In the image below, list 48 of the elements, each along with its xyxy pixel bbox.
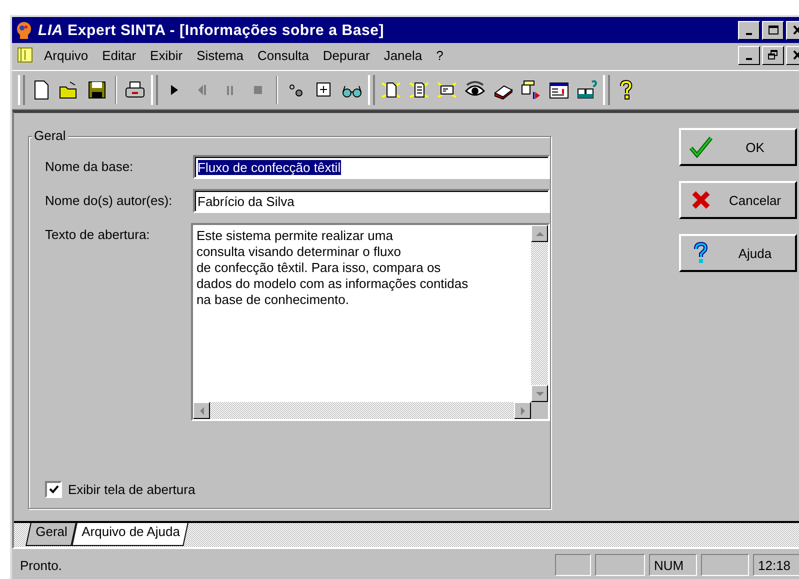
menu-item[interactable]: Janela — [380, 48, 426, 62]
toolbar-grip[interactable] — [368, 75, 375, 105]
minimize-icon — [746, 58, 752, 60]
status-panel — [555, 554, 591, 576]
field-label: Nome da base: — [45, 158, 134, 174]
checkbox[interactable] — [45, 481, 62, 498]
help-button[interactable]: Ajuda — [679, 234, 797, 272]
book-help-icon[interactable] — [576, 79, 598, 101]
checkbox-label: Exibir tela de abertura — [68, 482, 196, 497]
field-label: Nome do(s) autor(es): — [45, 192, 174, 208]
status-panel — [701, 554, 749, 576]
status-panel: 12:18 — [753, 554, 799, 576]
field-label: Texto de abertura: — [45, 226, 151, 242]
menu-item[interactable]: Consulta — [254, 48, 313, 62]
status-panel — [595, 554, 645, 576]
menu-item[interactable]: Sistema — [192, 48, 248, 62]
maximize-button[interactable] — [762, 20, 784, 40]
toolbar-grip[interactable] — [603, 75, 610, 105]
text-area[interactable]: Este sistema permite realizar uma consulta visando determinar o fluxo de confecção têxtil. Para isso, compara os dados do modelo com as informações contidas na base de conhecimento. — [191, 223, 550, 421]
menu-item[interactable]: Editar — [98, 48, 140, 62]
minimize-button[interactable] — [738, 46, 760, 64]
toolbar-grip[interactable] — [151, 75, 158, 105]
text-field[interactable]: Fabrício da Silva — [192, 189, 550, 213]
cancel-button[interactable]: Cancelar — [679, 181, 797, 219]
text-field[interactable]: Fluxo de confecção têxtil — [192, 155, 550, 179]
menu-item[interactable]: Exibir — [146, 48, 187, 62]
tab[interactable]: Geral — [26, 523, 76, 546]
window-run-icon[interactable] — [520, 79, 542, 101]
menu-item[interactable]: Arquivo — [40, 48, 92, 62]
menu-item[interactable]: Depurar — [318, 48, 374, 62]
minimize-button[interactable] — [738, 20, 760, 40]
status-message: Pronto. — [19, 558, 63, 572]
menu-item[interactable]: ? — [432, 48, 448, 62]
status-panel: NUM — [649, 554, 697, 576]
ok-button[interactable]: OK — [679, 128, 797, 166]
head-logo-icon — [16, 21, 32, 39]
notebook-icon — [16, 46, 34, 64]
maximize-icon — [768, 25, 778, 35]
check-mark-icon — [48, 485, 58, 494]
window-title: LIA Expert SINTA - [Informações sobre a Base] — [38, 22, 386, 38]
toolbar-grip[interactable] — [18, 75, 25, 105]
scrollbar-corner — [531, 402, 548, 419]
check-icon — [689, 135, 713, 159]
minimize-icon — [746, 33, 752, 35]
group-title: Geral — [32, 128, 68, 143]
tab[interactable]: Arquivo de Ajuda — [71, 523, 189, 546]
restore-button[interactable] — [762, 46, 784, 64]
restore-icon — [768, 50, 778, 60]
